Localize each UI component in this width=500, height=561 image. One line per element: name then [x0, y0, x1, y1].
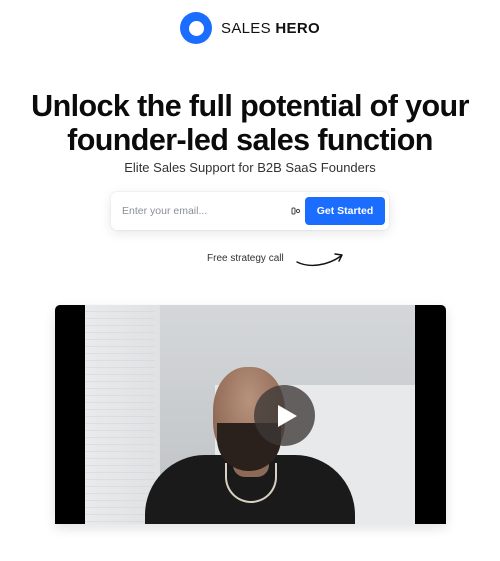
hero-headline-line1: Unlock the full potential of your	[31, 89, 469, 123]
video-blinds-lines	[85, 305, 155, 524]
brand-name-light: SALES	[221, 19, 276, 37]
play-button[interactable]	[254, 385, 315, 446]
brand-name[interactable]: SALES HERO	[221, 20, 320, 37]
brand-logo-inner	[188, 20, 204, 36]
free-strategy-call-label: Free strategy call	[207, 253, 284, 264]
get-started-button[interactable]: Get Started	[305, 197, 385, 225]
play-icon	[277, 404, 297, 427]
brand-header: SALES HERO	[0, 11, 500, 45]
brand-logo-icon[interactable]	[180, 12, 213, 44]
hero-headline: Unlock the full potential of your founde…	[0, 89, 500, 157]
brand-name-bold: HERO	[275, 19, 320, 37]
hero-headline-line2: founder-led sales function	[67, 123, 433, 157]
password-manager-icon[interactable]	[291, 206, 301, 216]
signup-form: Get Started	[111, 192, 389, 230]
email-input[interactable]	[122, 192, 291, 230]
video-frame	[85, 305, 415, 524]
curved-arrow-icon	[296, 253, 343, 267]
video-player[interactable]	[55, 305, 446, 524]
hero-subheadline: Elite Sales Support for B2B SaaS Founder…	[124, 160, 376, 175]
